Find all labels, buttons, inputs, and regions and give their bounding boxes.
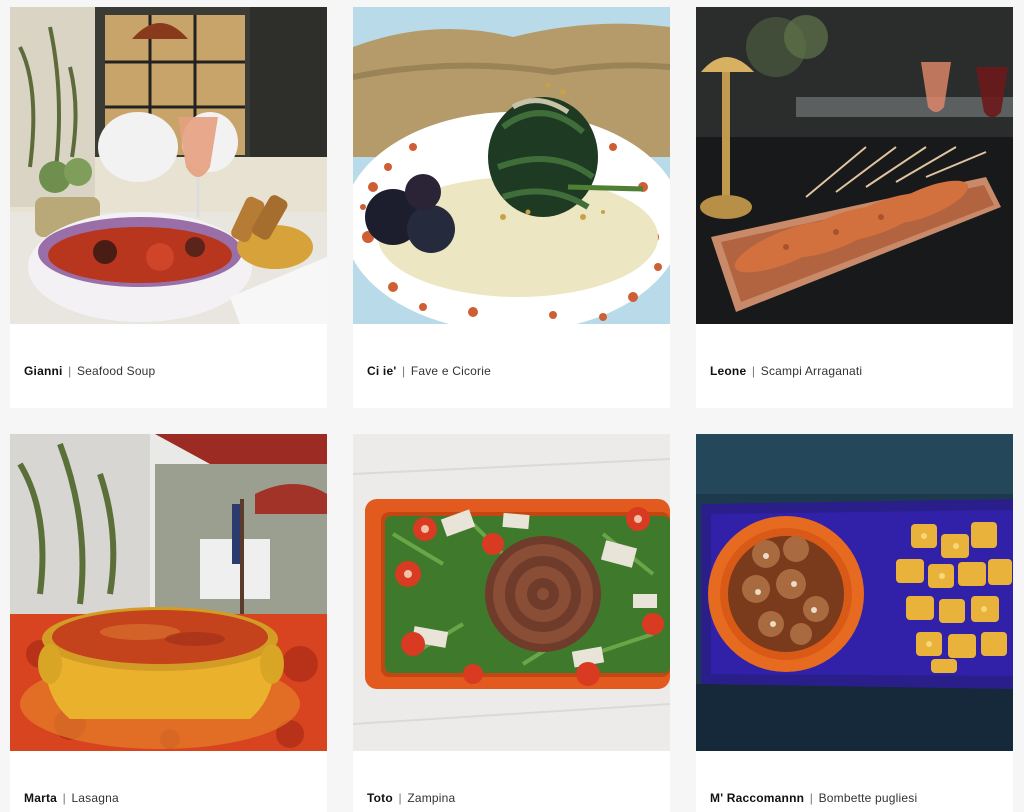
dish-name: Zampina <box>407 791 456 805</box>
zampina-image <box>353 434 670 751</box>
gallery-caption: Gianni | Seafood Soup <box>24 364 155 378</box>
bombette-photo[interactable] <box>696 434 1013 751</box>
dish-gallery: Gianni | Seafood Soup Ci ie' | Fave e Ci… <box>0 0 1024 812</box>
dish-name: Scampi Arraganati <box>760 364 863 378</box>
scampi-photo[interactable] <box>696 7 1013 324</box>
character-name: M' Raccomannn <box>710 791 805 805</box>
scampi-image <box>696 7 1013 324</box>
fave-cicorie-photo[interactable] <box>353 7 670 324</box>
zampina-photo[interactable] <box>353 434 670 751</box>
gallery-caption: Leone | Scampi Arraganati <box>710 364 862 378</box>
gallery-caption: M' Raccomannn | Bombette pugliesi <box>710 791 917 805</box>
character-name: Marta <box>24 791 58 805</box>
caption-separator: | <box>68 364 72 378</box>
caption-separator: | <box>62 791 66 805</box>
dish-name: Lasagna <box>71 791 119 805</box>
bombette-image <box>696 434 1013 751</box>
caption-separator: | <box>401 364 406 378</box>
gallery-caption: Toto | Zampina <box>367 791 455 805</box>
gallery-caption: Ci ie' | Fave e Cicorie <box>367 364 491 378</box>
dish-name: Seafood Soup <box>76 364 156 378</box>
fave-cicorie-image <box>353 7 670 324</box>
gallery-caption: Marta | Lasagna <box>24 791 119 805</box>
lasagna-image <box>10 434 327 751</box>
gallery-card-m-raccomannn[interactable]: M' Raccomannn | Bombette pugliesi <box>696 434 1013 812</box>
dish-name: Bombette pugliesi <box>818 791 918 805</box>
character-name: Gianni <box>24 364 63 378</box>
caption-separator: | <box>398 791 402 805</box>
gallery-card-leone[interactable]: Leone | Scampi Arraganati <box>696 7 1013 408</box>
caption-separator: | <box>809 791 814 805</box>
seafood-soup-photo[interactable] <box>10 7 327 324</box>
gallery-card-toto[interactable]: Toto | Zampina <box>353 434 670 812</box>
gallery-card-ci-ie[interactable]: Ci ie' | Fave e Cicorie <box>353 7 670 408</box>
seafood-soup-image <box>10 7 327 324</box>
caption-separator: | <box>751 364 756 378</box>
lasagna-photo[interactable] <box>10 434 327 751</box>
character-name: Toto <box>367 791 393 805</box>
character-name: Leone <box>710 364 747 378</box>
gallery-card-marta[interactable]: Marta | Lasagna <box>10 434 327 812</box>
gallery-card-gianni[interactable]: Gianni | Seafood Soup <box>10 7 327 408</box>
dish-name: Fave e Cicorie <box>410 364 491 378</box>
character-name: Ci ie' <box>367 364 397 378</box>
